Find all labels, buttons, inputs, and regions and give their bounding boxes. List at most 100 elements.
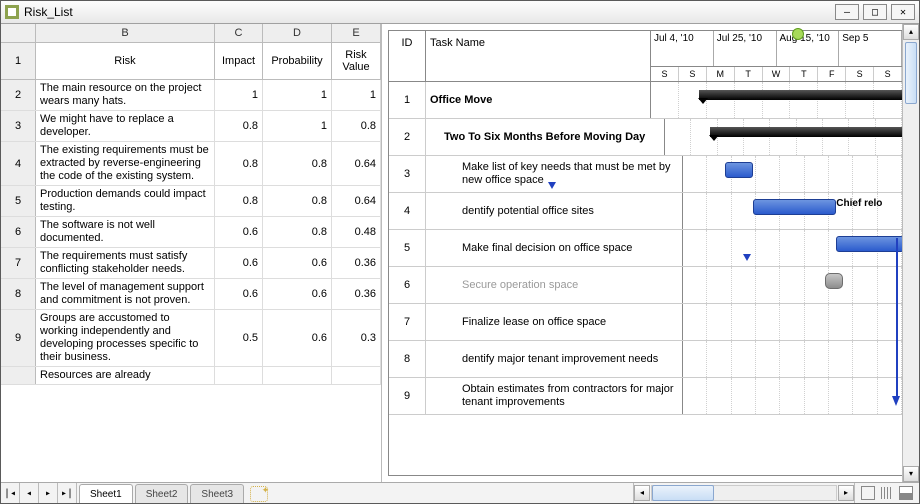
col-header-B[interactable]: B [36,24,215,42]
view-layout-icon[interactable] [899,486,913,500]
row-number[interactable]: 7 [1,248,36,278]
close-button[interactable]: ✕ [891,4,915,20]
sheet-row[interactable]: 7The requirements must satisfy conflicti… [1,248,381,279]
tab-nav-last[interactable]: ▸| [58,483,77,503]
cell-header-riskvalue[interactable]: Risk Value [332,43,381,79]
gantt-task-name[interactable]: Obtain estimates from contractors for ma… [426,378,683,414]
gantt-row[interactable]: 2Two To Six Months Before Moving Day [389,119,902,156]
cell-probability[interactable]: 0.8 [263,142,332,185]
scroll-thumb[interactable] [905,42,917,104]
select-all-corner[interactable] [1,24,36,42]
cell-impact[interactable]: 0.8 [215,111,263,141]
tab-nav-prev[interactable]: ◂ [20,483,39,503]
cell-risk[interactable]: Production demands could impact testing. [36,186,215,216]
sheet-row[interactable]: 6The software is not well documented.0.6… [1,217,381,248]
cell-risk[interactable]: The main resource on the project wears m… [36,80,215,110]
row-number[interactable]: 8 [1,279,36,309]
gantt-bar[interactable] [825,273,842,289]
row-number[interactable]: 9 [1,310,36,366]
sheet-row[interactable]: 9Groups are accustomed to working indepe… [1,310,381,367]
cell-probability[interactable]: 0.6 [263,248,332,278]
horizontal-scrollbar[interactable]: ◂ ▸ [633,483,854,503]
gantt-chart-cell[interactable] [683,156,902,192]
row-number[interactable]: 5 [1,186,36,216]
cell-riskvalue[interactable]: 0.36 [332,248,381,278]
gantt-chart-cell[interactable] [683,304,902,340]
cell-impact[interactable] [215,367,263,384]
cell-riskvalue[interactable]: 0.48 [332,217,381,247]
cell-riskvalue[interactable]: 0.64 [332,186,381,216]
gantt-task-name[interactable]: Office Move [426,82,651,118]
col-header-C[interactable]: C [215,24,263,42]
hscroll-track[interactable] [651,485,837,501]
gantt-task-name[interactable]: Make final decision on office space [426,230,683,266]
view-pagebreak-icon[interactable] [881,487,893,499]
sheet-row[interactable]: 5Production demands could impact testing… [1,186,381,217]
current-date-marker-icon[interactable] [792,28,804,40]
header-row-1[interactable]: 1 Risk Impact Probability Risk Value [1,43,381,80]
scroll-up-button[interactable]: ▴ [903,24,919,40]
gantt-chart-cell[interactable]: Chief relo [683,193,902,229]
sheet-row[interactable]: 3We might have to replace a developer.0.… [1,111,381,142]
cell-header-impact[interactable]: Impact [215,43,263,79]
cell-probability[interactable]: 0.6 [263,279,332,309]
gantt-task-name[interactable]: Secure operation space [426,267,683,303]
gantt-row[interactable]: 3Make list of key needs that must be met… [389,156,902,193]
maximize-button[interactable]: □ [863,4,887,20]
gantt-row[interactable]: 4dentify potential office sitesChief rel… [389,193,902,230]
gantt-row[interactable]: 8dentify major tenant improvement needs [389,341,902,378]
gantt-task-name[interactable]: dentify potential office sites [426,193,683,229]
cell-riskvalue[interactable]: 1 [332,80,381,110]
sheet-row[interactable]: Resources are already [1,367,381,385]
add-sheet-button[interactable] [250,486,268,502]
gantt-col-id[interactable]: ID [389,31,426,81]
cell-impact[interactable]: 0.6 [215,248,263,278]
gantt-chart-cell[interactable] [683,378,902,414]
gantt-bar[interactable] [725,162,753,178]
gantt-chart-cell[interactable] [683,341,902,377]
cell-risk[interactable]: The requirements must satisfy conflictin… [36,248,215,278]
scroll-down-button[interactable]: ▾ [903,466,919,482]
cell-impact[interactable]: 0.8 [215,186,263,216]
cell-risk[interactable]: Resources are already [36,367,215,384]
row-number[interactable]: 3 [1,111,36,141]
cell-risk[interactable]: We might have to replace a developer. [36,111,215,141]
gantt-chart-cell[interactable]: C [683,230,902,266]
gantt-bar[interactable] [699,90,919,100]
tab-nav-first[interactable]: |◂ [1,483,20,503]
vertical-scrollbar[interactable]: ▴ ▾ [902,24,919,482]
sheet-row[interactable]: 2The main resource on the project wears … [1,80,381,111]
spreadsheet-pane[interactable]: B C D E 1 Risk Impact Probability Risk V… [1,24,382,482]
gantt-pane[interactable]: ID Task Name Jul 4, '10Jul 25, '10Aug 15… [382,24,919,482]
gantt-task-name[interactable]: dentify major tenant improvement needs [426,341,683,377]
cell-riskvalue[interactable]: 0.64 [332,142,381,185]
cell-header-risk[interactable]: Risk [36,43,215,79]
sheet-row[interactable]: 8The level of management support and com… [1,279,381,310]
sheet-row[interactable]: 4The existing requirements must be extra… [1,142,381,186]
cell-probability[interactable]: 0.6 [263,310,332,366]
gantt-row[interactable]: 5Make final decision on office spaceC [389,230,902,267]
row-number[interactable]: 1 [1,43,36,79]
gantt-row[interactable]: 9Obtain estimates from contractors for m… [389,378,902,415]
gantt-bar[interactable] [753,199,836,215]
gantt-task-name[interactable]: Two To Six Months Before Moving Day [426,119,665,155]
row-number[interactable]: 4 [1,142,36,185]
gantt-chart-cell[interactable] [683,267,902,303]
cell-riskvalue[interactable]: 0.3 [332,310,381,366]
col-header-E[interactable]: E [332,24,381,42]
cell-probability[interactable]: 0.8 [263,217,332,247]
cell-impact[interactable]: 0.6 [215,217,263,247]
minimize-button[interactable]: — [835,4,859,20]
row-number[interactable]: 2 [1,80,36,110]
row-number[interactable]: 6 [1,217,36,247]
gantt-body[interactable]: 1Office Move2Two To Six Months Before Mo… [389,82,902,475]
gantt-row[interactable]: 7Finalize lease on office space [389,304,902,341]
cell-riskvalue[interactable] [332,367,381,384]
gantt-row[interactable]: 6Secure operation space [389,267,902,304]
hscroll-right-button[interactable]: ▸ [838,485,854,501]
row-number[interactable] [1,367,36,384]
cell-risk[interactable]: The existing requirements must be extrac… [36,142,215,185]
cell-risk[interactable]: The level of management support and comm… [36,279,215,309]
cell-impact[interactable]: 0.5 [215,310,263,366]
cell-probability[interactable]: 0.8 [263,186,332,216]
